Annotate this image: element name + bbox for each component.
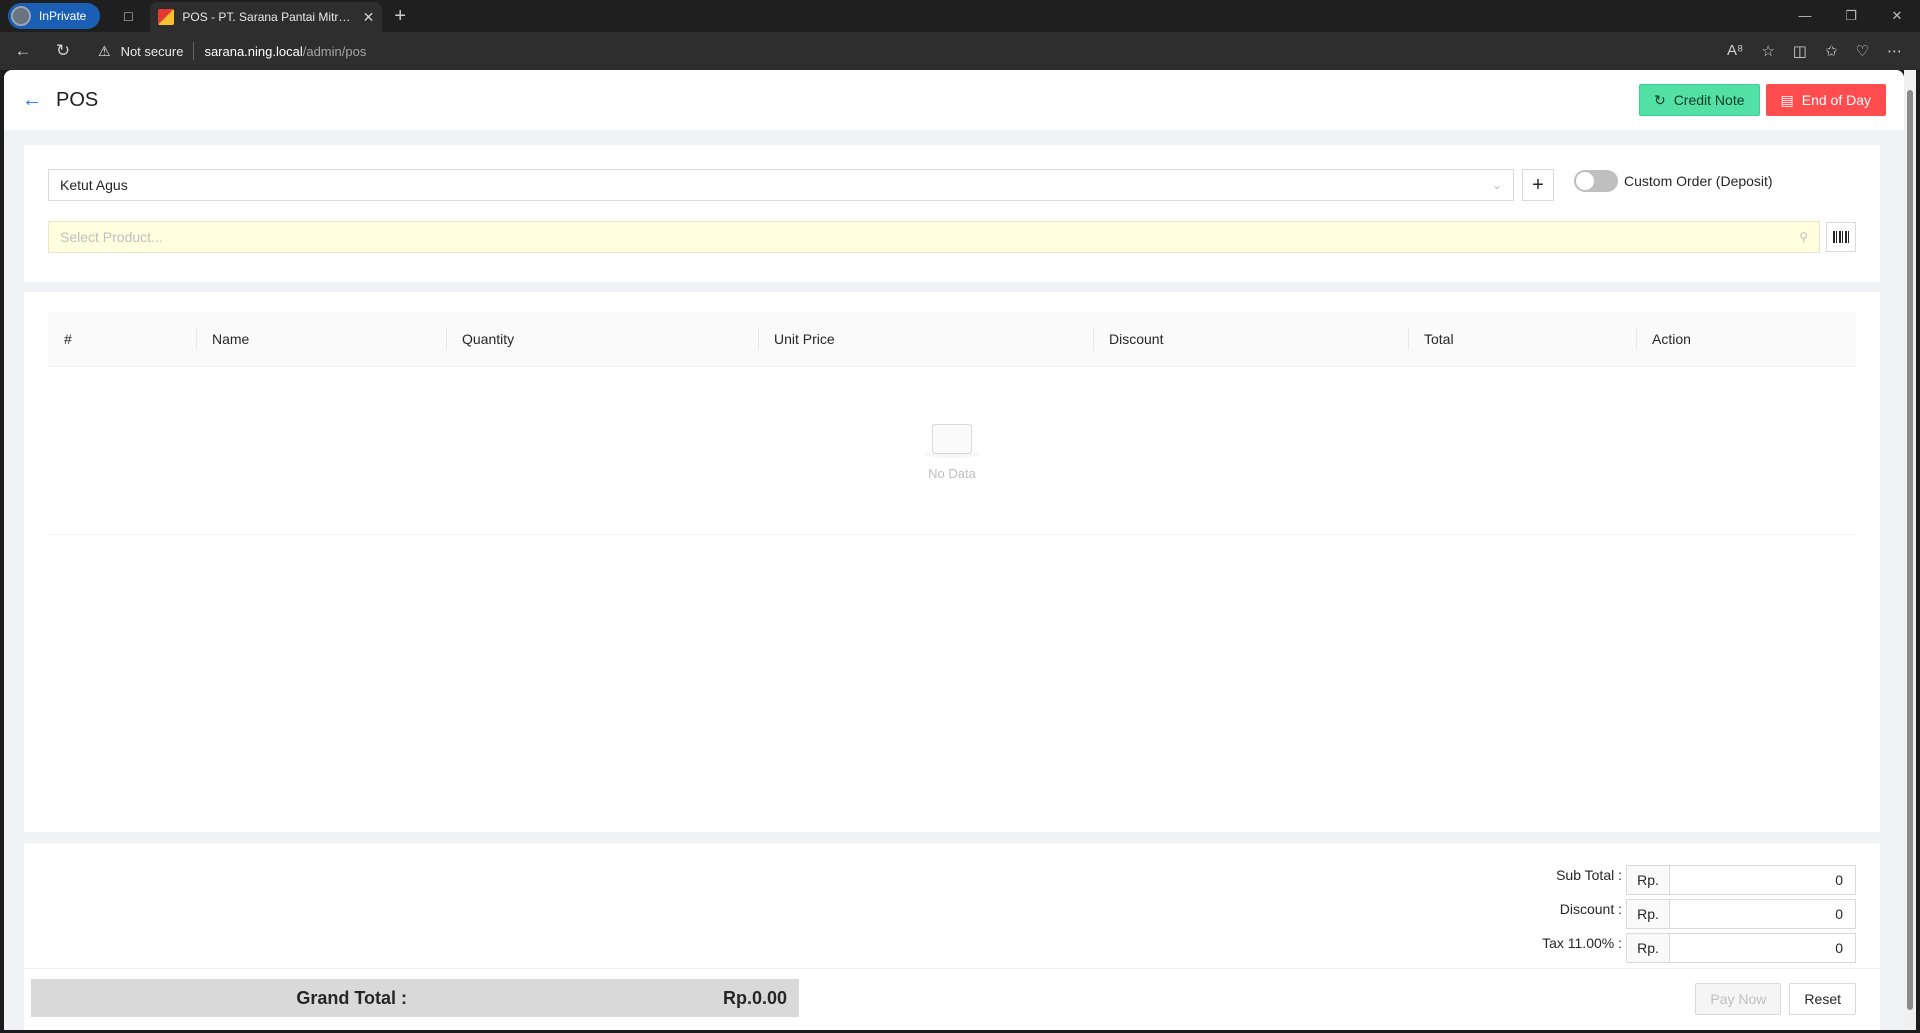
end-of-day-button[interactable]: ▤ End of Day: [1765, 84, 1886, 116]
minimize-icon[interactable]: —: [1782, 0, 1828, 32]
sub-total-field[interactable]: 0: [1670, 865, 1856, 895]
credit-note-label: Credit Note: [1673, 92, 1745, 108]
site-favicon-icon: [158, 9, 175, 25]
tab-actions-icon[interactable]: □: [114, 2, 142, 30]
add-customer-button[interactable]: +: [1522, 169, 1554, 201]
refresh-icon[interactable]: ↻: [50, 41, 76, 61]
back-arrow-icon[interactable]: ←: [22, 89, 42, 112]
sub-total-label: Sub Total :: [1556, 867, 1622, 883]
summary-card: Sub Total : Rp. 0 Discount : Rp. 0 Tax 1…: [24, 843, 1880, 1030]
footer-actions: Pay Now Reset: [1695, 983, 1856, 1015]
inprivate-badge[interactable]: InPrivate: [8, 3, 101, 29]
browser-toolbar-right: A⁸ ☆ ◫ ✩ ♡ ⋯: [1727, 42, 1910, 60]
url-host: sarana.ning.local: [204, 43, 303, 59]
browser-addressbar: ← ↻ ⚠ Not secure sarana.ning.local/admin…: [0, 32, 1920, 70]
custom-order-label: Custom Order (Deposit): [1624, 173, 1773, 189]
col-quantity: Quantity: [446, 312, 758, 367]
split-screen-icon[interactable]: ◫: [1793, 42, 1807, 60]
url-field[interactable]: ⚠ Not secure sarana.ning.local/admin/pos: [90, 37, 1713, 65]
close-window-icon[interactable]: ✕: [1874, 0, 1920, 32]
browser-tabbar: InPrivate □ POS - PT. Sarana Pantai Mitr…: [0, 0, 1920, 32]
restore-icon[interactable]: ❐: [1828, 0, 1874, 32]
tax-label: Tax 11.00% :: [1542, 935, 1622, 951]
grand-total-bar: Grand Total : Rp.0.00: [31, 979, 799, 1017]
read-aloud-icon[interactable]: A⁸: [1727, 42, 1743, 60]
more-options-icon[interactable]: ⋯: [1887, 42, 1902, 60]
page-header: ← POS ↻ Credit Note ▤ End of Day: [4, 70, 1904, 130]
items-table: # Name Quantity Unit Price Discount Tota…: [48, 312, 1856, 367]
page-title: POS: [56, 88, 99, 111]
favorites-icon[interactable]: ✩: [1825, 42, 1838, 60]
product-search-input[interactable]: Select Product... ⚲: [48, 221, 1821, 253]
col-number: #: [48, 312, 196, 367]
inprivate-label: InPrivate: [39, 9, 87, 23]
empty-text: No Data: [928, 465, 976, 481]
url-path: /admin/pos: [302, 43, 367, 59]
discount-currency: Rp.: [1626, 899, 1670, 929]
tax-field[interactable]: 0: [1670, 933, 1856, 963]
col-discount: Discount: [1093, 312, 1408, 367]
page-scrollbar[interactable]: [1904, 70, 1916, 1030]
end-of-day-label: End of Day: [1801, 92, 1871, 108]
discount-field[interactable]: 0: [1670, 899, 1856, 929]
barcode-icon: [1833, 231, 1850, 243]
sub-total-row: Sub Total : Rp. 0: [1542, 865, 1856, 895]
product-placeholder: Select Product...: [60, 229, 163, 245]
search-icon: ⚲: [1799, 230, 1809, 244]
col-action: Action: [1636, 312, 1856, 367]
browser-tab-active[interactable]: POS - PT. Sarana Pantai Mitra Se ✕: [150, 2, 383, 32]
grand-total-value: Rp.0.00: [722, 987, 787, 1008]
grand-total-label: Grand Total :: [296, 987, 407, 1008]
barcode-scan-button[interactable]: [1826, 222, 1856, 252]
discount-row: Discount : Rp. 0: [1542, 899, 1856, 929]
reset-button[interactable]: Reset: [1789, 983, 1856, 1015]
close-tab-icon[interactable]: ✕: [363, 9, 375, 26]
report-icon: ▤: [1780, 91, 1794, 108]
pay-now-button[interactable]: Pay Now: [1695, 983, 1782, 1015]
col-name: Name: [196, 312, 446, 367]
toggle-knob: [1576, 172, 1594, 190]
window-controls: — ❐ ✕: [1782, 0, 1920, 32]
tab-title: POS - PT. Sarana Pantai Mitra Se: [182, 10, 355, 24]
col-unit-price: Unit Price: [758, 312, 1093, 367]
sync-icon: ↻: [1653, 91, 1666, 108]
scrollbar-thumb[interactable]: [1907, 90, 1913, 1010]
summary-divider: [24, 968, 1880, 969]
items-table-card: # Name Quantity Unit Price Discount Tota…: [24, 292, 1880, 832]
tax-row: Tax 11.00% : Rp. 0: [1542, 933, 1856, 963]
col-total: Total: [1408, 312, 1636, 367]
totals-panel: Sub Total : Rp. 0 Discount : Rp. 0 Tax 1…: [1542, 865, 1856, 963]
credit-note-button[interactable]: ↻ Credit Note: [1638, 84, 1760, 116]
order-input-card: Ketut Agus ⌄ + Custom Order (Deposit) Se…: [24, 145, 1880, 282]
warning-icon: ⚠: [98, 42, 111, 59]
header-actions: ↻ Credit Note ▤ End of Day: [1638, 84, 1886, 116]
browser-essentials-icon[interactable]: ♡: [1856, 42, 1869, 60]
empty-inbox-icon: [924, 420, 980, 460]
back-icon[interactable]: ←: [10, 41, 36, 61]
favorite-star-icon[interactable]: ☆: [1761, 42, 1774, 60]
url-separator: [193, 42, 195, 60]
security-label: Not secure: [120, 43, 184, 59]
new-tab-icon[interactable]: +: [394, 5, 406, 28]
profile-avatar: [11, 6, 31, 26]
table-header-row: # Name Quantity Unit Price Discount Tota…: [48, 312, 1856, 367]
discount-label: Discount :: [1559, 901, 1622, 917]
customer-value: Ketut Agus: [60, 177, 128, 193]
customer-select[interactable]: Ketut Agus ⌄: [48, 169, 1514, 201]
plus-icon: +: [1532, 173, 1544, 196]
chevron-down-icon: ⌄: [1491, 178, 1502, 192]
custom-order-toggle[interactable]: [1574, 170, 1618, 192]
empty-state: No Data: [48, 367, 1856, 535]
tax-currency: Rp.: [1626, 933, 1670, 963]
page-viewport: ← POS ↻ Credit Note ▤ End of Day Ketut A…: [4, 70, 1904, 1030]
sub-total-currency: Rp.: [1626, 865, 1670, 895]
